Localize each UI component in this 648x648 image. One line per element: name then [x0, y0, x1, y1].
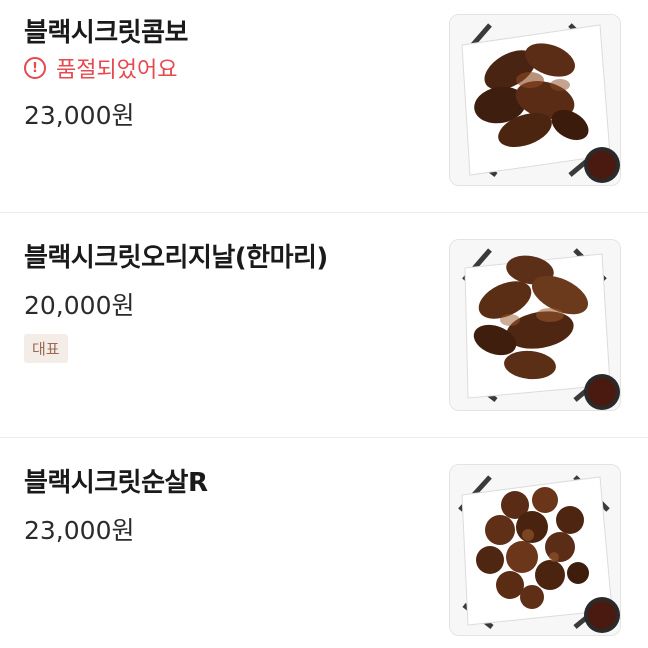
menu-item-name: 블랙시크릿순살R	[24, 468, 208, 498]
signature-badge: 대표	[24, 334, 68, 363]
menu-item-name: 블랙시크릿콤보	[24, 18, 188, 48]
divider	[0, 212, 648, 213]
alert-icon: !	[24, 57, 46, 79]
menu-item-price: 23,000원	[24, 516, 135, 545]
menu-list: 블랙시크릿콤보 ! 품절되었어요 23,000원 블랙시크릿오리지날(한마리) …	[0, 0, 648, 648]
menu-item-image[interactable]	[449, 14, 621, 186]
menu-item-price: 20,000원	[24, 291, 135, 320]
soldout-status: ! 품절되었어요	[24, 54, 178, 83]
menu-item-price: 23,000원	[24, 101, 135, 130]
menu-item-black-secret-combo[interactable]: 블랙시크릿콤보 ! 품절되었어요 23,000원	[0, 0, 648, 224]
menu-item-image[interactable]	[449, 239, 621, 411]
menu-item-image[interactable]	[449, 464, 621, 636]
fried-chicken-photo	[450, 240, 620, 410]
menu-item-black-secret-boneless[interactable]: 블랙시크릿순살R 23,000원	[0, 450, 648, 648]
fried-chicken-photo	[450, 15, 620, 185]
menu-item-name: 블랙시크릿오리지날(한마리)	[24, 243, 328, 273]
menu-item-black-secret-original[interactable]: 블랙시크릿오리지날(한마리) 20,000원 대표	[0, 225, 648, 449]
divider	[0, 437, 648, 438]
fried-chicken-photo	[450, 465, 620, 635]
soldout-label: 품절되었어요	[56, 58, 178, 83]
